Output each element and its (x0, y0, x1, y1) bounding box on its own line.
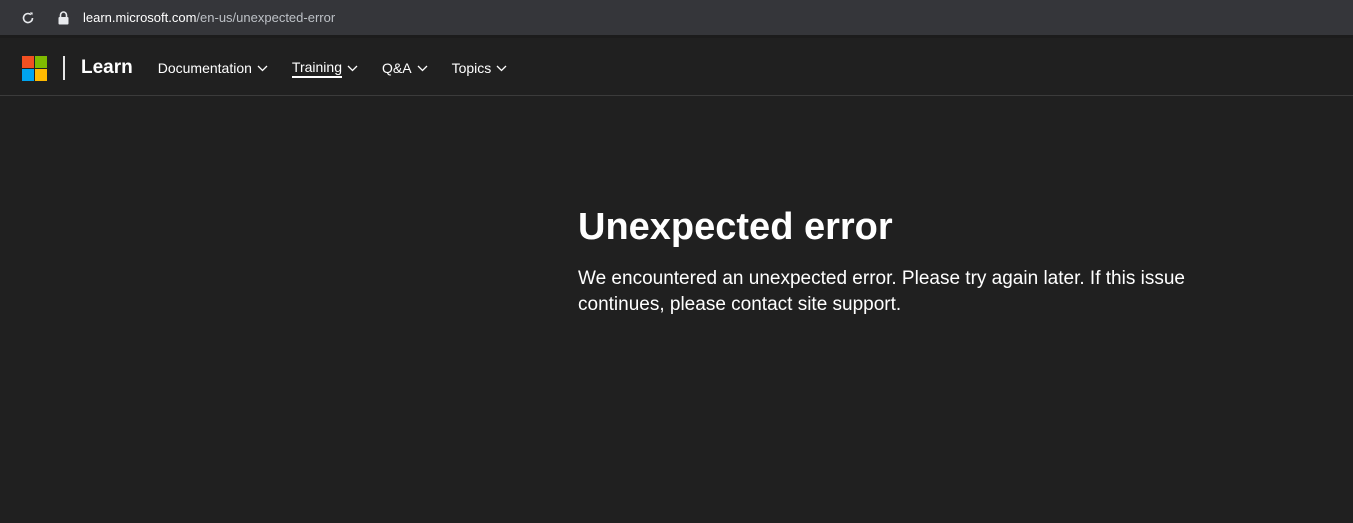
chevron-down-icon (257, 65, 268, 72)
nav-topics[interactable]: Topics (452, 56, 508, 80)
browser-address-bar: learn.microsoft.com/en-us/unexpected-err… (0, 0, 1353, 38)
logo-square-blue (22, 68, 34, 81)
nav-training[interactable]: Training (291, 56, 358, 80)
nav-topics-label: Topics (451, 60, 492, 76)
lock-icon[interactable] (56, 10, 70, 26)
logo-square-red (22, 55, 34, 68)
brand-learn[interactable]: Learn (81, 57, 133, 79)
site-header: Learn Documentation Training Q&A Topics (0, 41, 1353, 96)
page-title: Unexpected error (578, 206, 893, 248)
url-text[interactable]: learn.microsoft.com/en-us/unexpected-err… (83, 10, 335, 25)
error-content: Unexpected error We encountered an unexp… (578, 204, 1238, 318)
reload-icon[interactable] (20, 10, 36, 26)
chevron-down-icon (417, 65, 428, 72)
error-message: We encountered an unexpected error. Plea… (578, 268, 1185, 315)
nav-qa[interactable]: Q&A (382, 56, 428, 80)
url-path: /en-us/unexpected-error (196, 10, 336, 25)
nav-training-label: Training (291, 59, 342, 78)
logo-square-green (35, 55, 47, 68)
chevron-down-icon (347, 65, 358, 72)
nav-qa-label: Q&A (381, 60, 412, 76)
main-nav: Documentation Training Q&A Topics (158, 56, 532, 80)
microsoft-logo-icon[interactable] (22, 55, 47, 81)
chevron-down-icon (496, 65, 507, 72)
nav-documentation-label: Documentation (157, 60, 252, 76)
nav-documentation[interactable]: Documentation (158, 56, 268, 80)
logo-divider (63, 56, 65, 80)
logo-square-yellow (35, 68, 47, 81)
url-host: learn.microsoft.com (83, 10, 197, 25)
